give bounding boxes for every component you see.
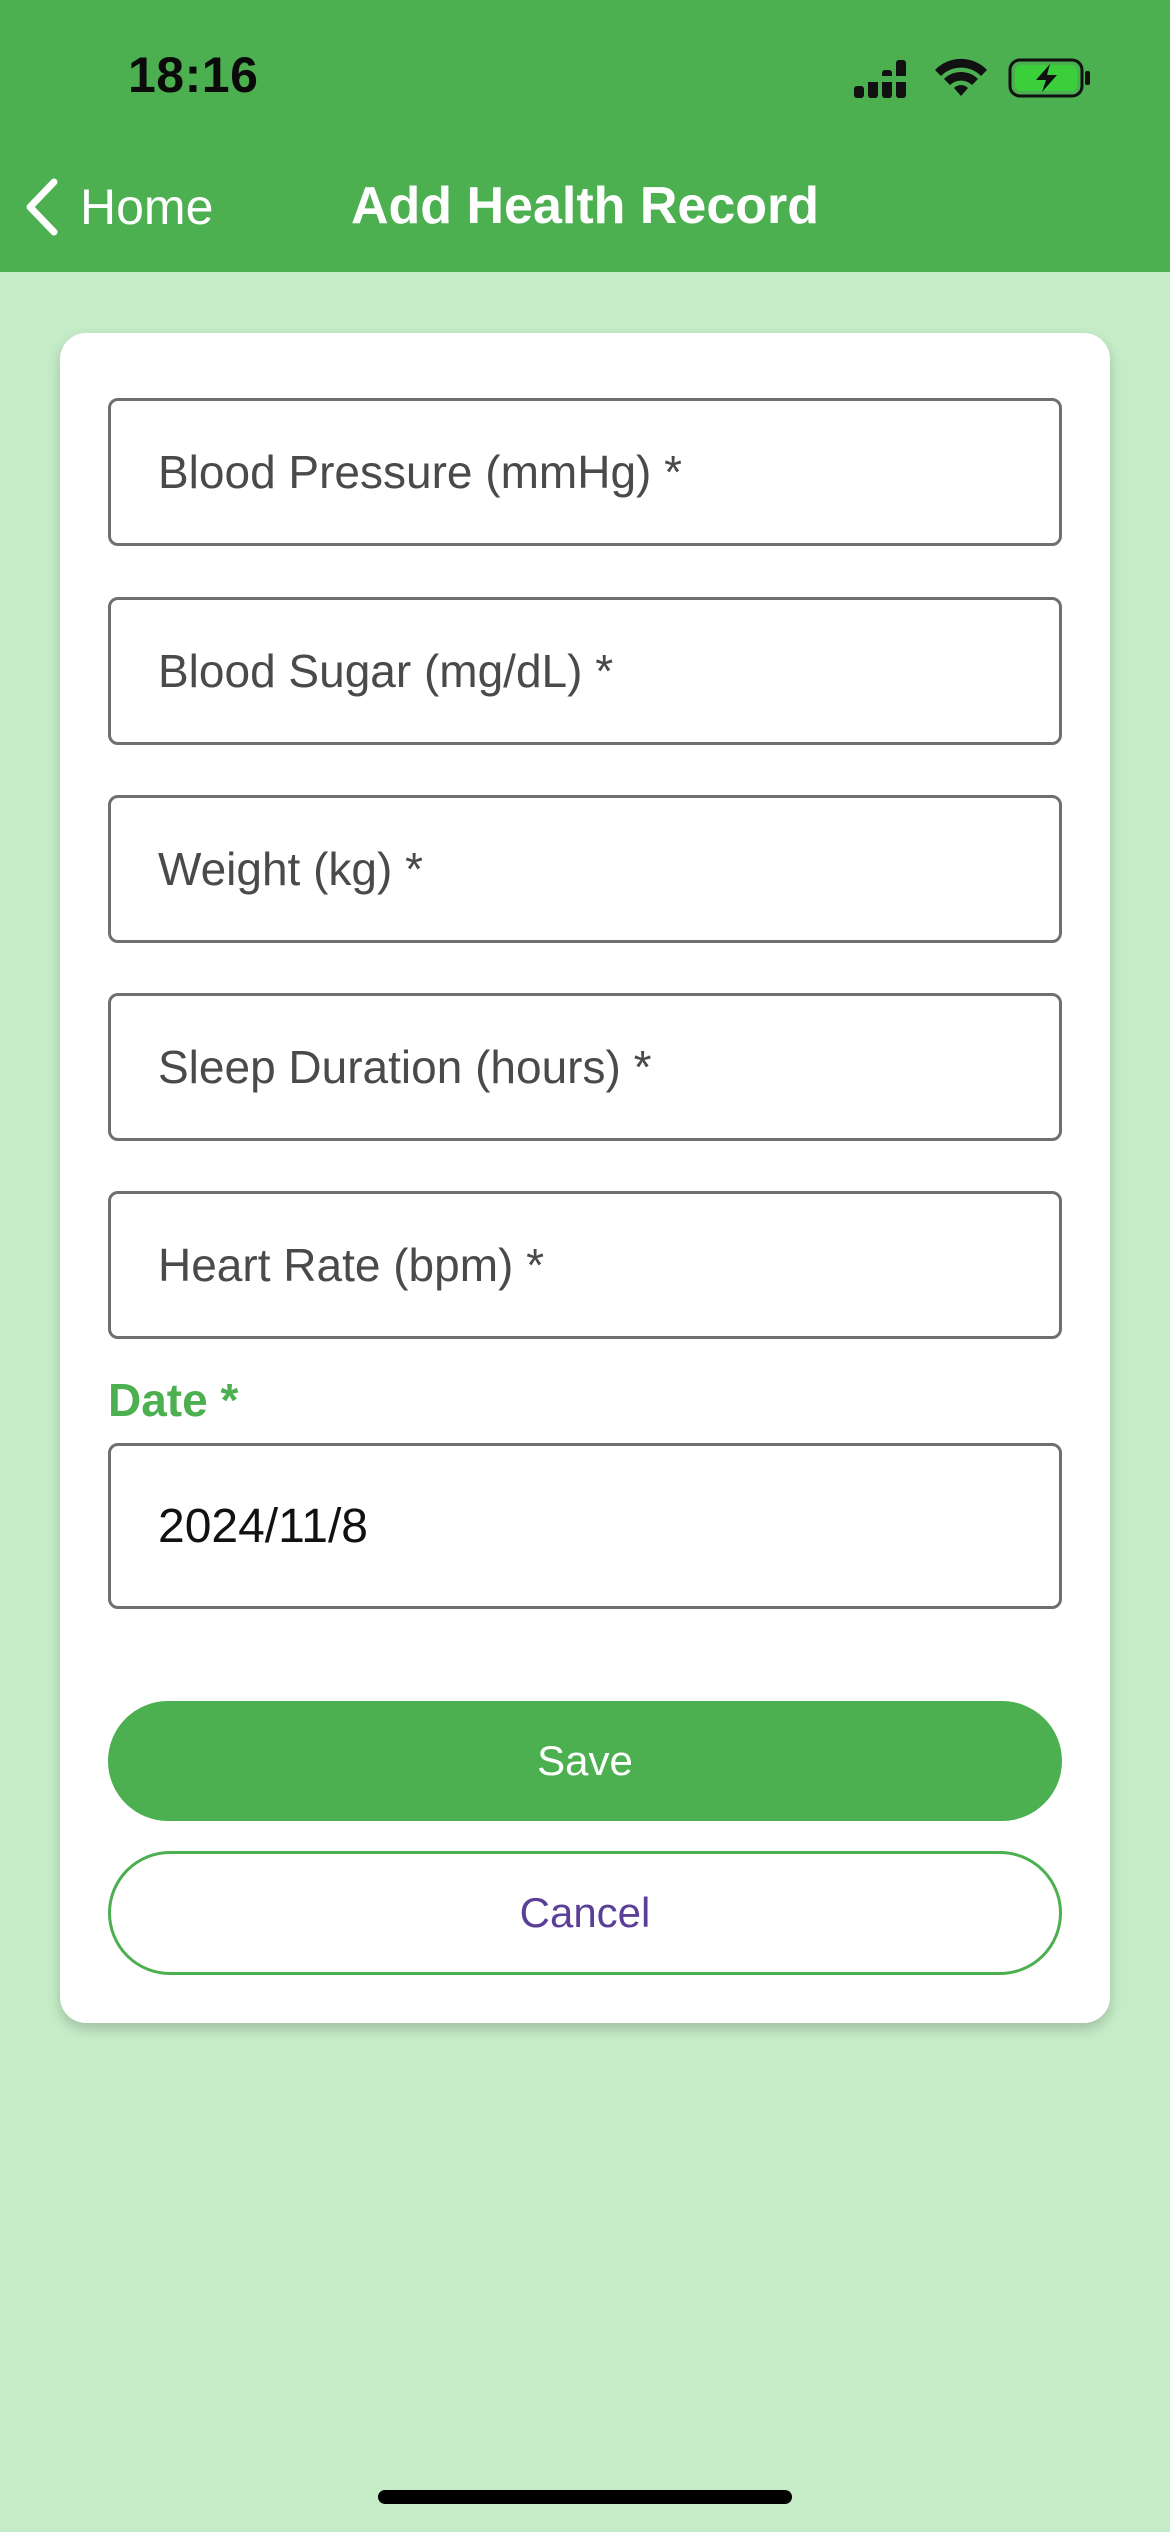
cellular-signal-icon: [854, 60, 906, 98]
sleep-duration-field[interactable]: [108, 993, 1062, 1141]
blood-pressure-field[interactable]: [108, 398, 1062, 546]
sleep-duration-input[interactable]: [158, 996, 1059, 1138]
blood-pressure-input[interactable]: [158, 401, 1059, 543]
date-label: Date *: [108, 1374, 239, 1426]
weight-field[interactable]: [108, 795, 1062, 943]
battery-charging-icon: [1008, 58, 1090, 98]
blood-sugar-field[interactable]: [108, 597, 1062, 745]
weight-input[interactable]: [158, 798, 1059, 940]
wifi-icon: [935, 58, 987, 96]
date-field[interactable]: 2024/11/8: [108, 1443, 1062, 1609]
health-record-form-card: Date * 2024/11/8 Save Cancel: [60, 333, 1110, 2023]
status-time: 18:16: [128, 47, 259, 103]
app-header: 18:16 Home Add Health Record: [0, 0, 1170, 272]
blood-sugar-input[interactable]: [158, 600, 1059, 742]
home-indicator[interactable]: [378, 2490, 792, 2504]
cancel-button[interactable]: Cancel: [108, 1851, 1062, 1975]
heart-rate-input[interactable]: [158, 1194, 1059, 1336]
heart-rate-field[interactable]: [108, 1191, 1062, 1339]
save-button[interactable]: Save: [108, 1701, 1062, 1821]
status-icons: [852, 56, 1092, 100]
page-title: Add Health Record: [350, 177, 820, 235]
